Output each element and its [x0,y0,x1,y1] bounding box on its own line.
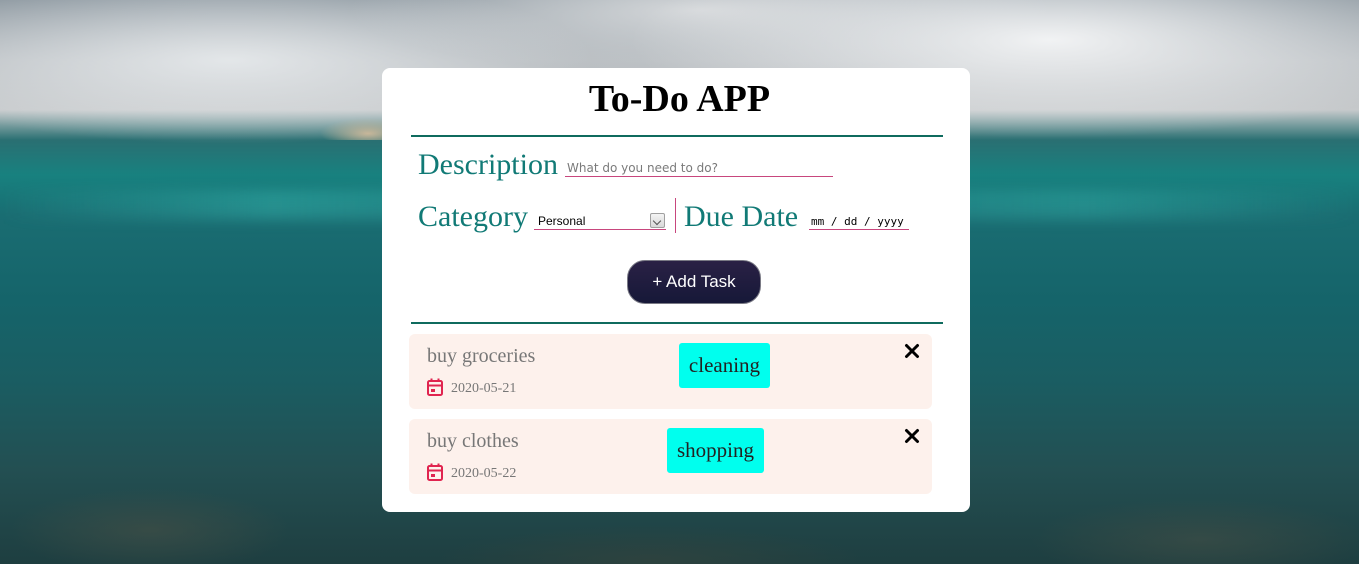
field-separator [675,198,676,233]
calendar-icon [427,463,443,481]
task-due-date: 2020-05-22 [451,466,517,481]
header-divider [411,135,943,137]
close-icon[interactable] [904,343,920,359]
add-task-button[interactable]: + Add Task [627,260,761,304]
due-date-placeholder: mm / dd / yyyy [811,215,904,228]
description-input[interactable] [565,160,833,177]
close-icon[interactable] [904,428,920,444]
app-title: To-Do APP [588,78,771,120]
description-label: Description [418,148,558,181]
category-tag: cleaning [679,343,770,388]
category-tag: shopping [667,428,764,473]
calendar-icon [427,378,443,396]
list-divider [411,322,943,324]
due-date-input[interactable]: mm / dd / yyyy [809,214,909,230]
category-selected-value: Personal [538,214,586,228]
category-select[interactable]: Personal [534,213,666,230]
task-item[interactable]: buy clothes 2020-05-22 shopping [409,419,932,494]
task-item[interactable]: buy groceries 2020-05-21 cleaning [409,334,932,409]
task-title: buy clothes [427,430,519,452]
task-title: buy groceries [427,345,536,367]
category-label: Category [418,200,528,233]
chevron-down-icon[interactable] [650,213,665,228]
task-due-date: 2020-05-21 [451,381,517,396]
due-date-label: Due Date [684,200,799,233]
